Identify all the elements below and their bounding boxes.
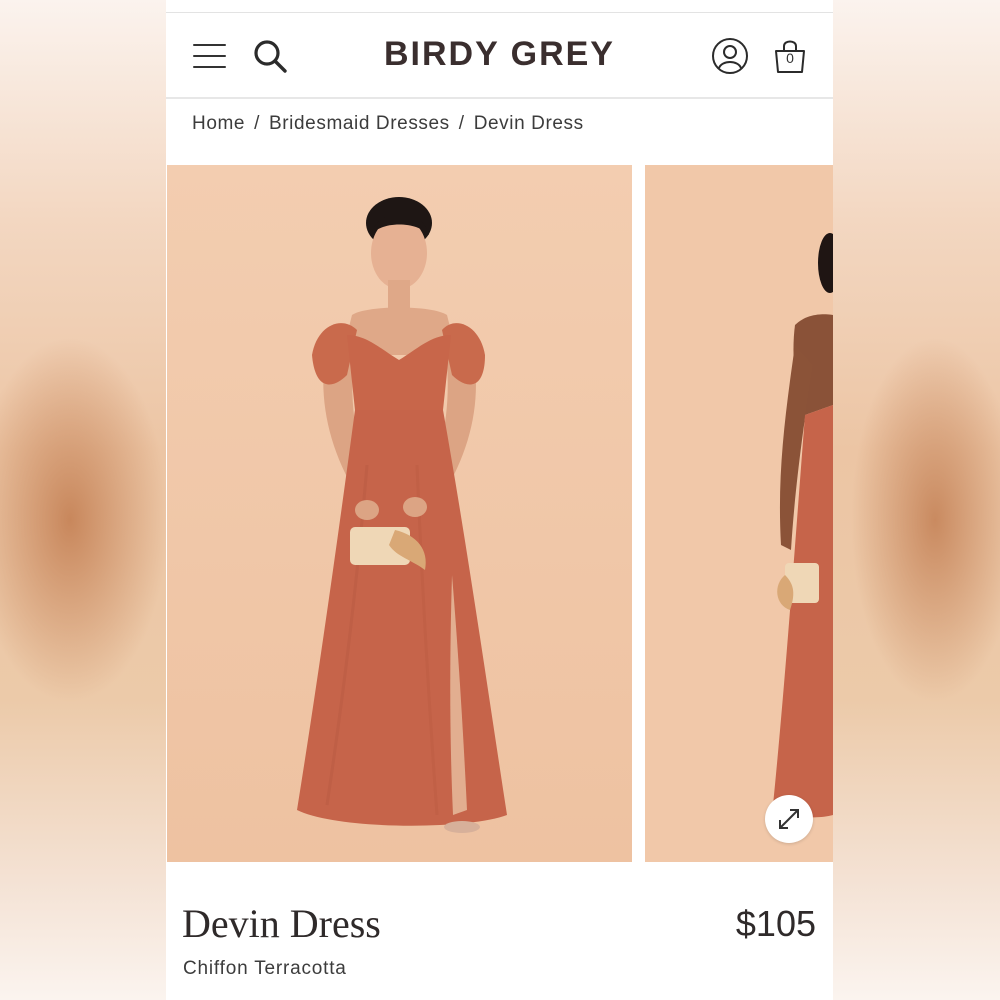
product-title: Devin Dress [182, 901, 381, 946]
site-header: BIRDY GREY 0 [166, 13, 833, 99]
expand-arrows-icon [779, 809, 799, 829]
product-page: BIRDY GREY 0 Home / Bridesmaid Dresses / Dev… [166, 0, 833, 1000]
breadcrumb-home[interactable]: Home [192, 113, 245, 134]
account-icon[interactable] [711, 37, 749, 75]
product-variant: Chiffon Terracotta [183, 958, 347, 979]
breadcrumb-separator: / [458, 113, 465, 134]
product-image-side[interactable] [645, 165, 833, 862]
product-price: $105 [735, 903, 816, 944]
breadcrumb-bridesmaid-dresses[interactable]: Bridesmaid Dresses [269, 113, 450, 134]
breadcrumb-current: Devin Dress [473, 113, 584, 134]
product-image-front[interactable] [167, 165, 632, 862]
expand-image-button[interactable] [765, 795, 813, 843]
breadcrumb-separator: / [254, 113, 260, 134]
breadcrumb: Home / Bridesmaid Dresses / Devin Dress [192, 113, 584, 135]
bag-icon[interactable]: 0 [772, 37, 808, 75]
bag-count: 0 [786, 50, 794, 66]
